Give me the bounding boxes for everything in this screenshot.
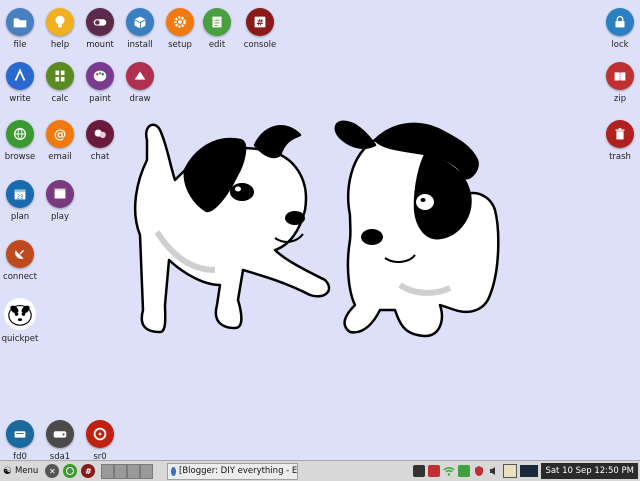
left-puppy xyxy=(133,123,331,334)
workspace-4[interactable] xyxy=(140,463,154,479)
icon-label: email xyxy=(48,152,72,162)
puppy-face-icon xyxy=(4,298,36,330)
icon-label: browse xyxy=(4,152,36,162)
svg-text:23: 23 xyxy=(17,195,24,201)
trash-icon xyxy=(606,120,634,148)
icon-label: calc xyxy=(51,94,69,104)
menu-button[interactable]: ☯ Menu xyxy=(0,466,41,477)
drive-icon xyxy=(6,420,34,448)
browser-launch-icon[interactable] xyxy=(63,464,78,478)
volume-icon[interactable] xyxy=(488,465,500,477)
write-pen-icon xyxy=(6,62,34,90)
notepad-icon xyxy=(203,8,231,36)
icon-label: write xyxy=(9,94,31,104)
chat-desktop-icon[interactable]: chat xyxy=(72,120,128,170)
icon-label: help xyxy=(50,40,70,50)
clock[interactable]: Sat 10 Sep 12:50 PM xyxy=(541,463,638,479)
task-title: [Blogger: DIY everything - E xyxy=(179,466,298,476)
svg-text:#: # xyxy=(256,19,264,29)
network-icon[interactable] xyxy=(443,465,455,477)
hard-disk-icon xyxy=(46,420,74,448)
draw-desktop-icon[interactable]: draw xyxy=(112,62,168,112)
quickpet-desktop-icon[interactable]: quickpet xyxy=(0,298,48,348)
vector-draw-icon xyxy=(126,62,154,90)
workspace-pager[interactable] xyxy=(101,463,154,479)
flag-icon[interactable] xyxy=(428,465,441,477)
icon-label: draw xyxy=(129,94,151,104)
icon-label: file xyxy=(13,40,27,50)
icon-label: plan xyxy=(10,212,30,222)
battery-icon[interactable] xyxy=(458,465,471,477)
wallpaper-puppies xyxy=(133,120,500,338)
toggle-icon xyxy=(86,8,114,36)
calculator-icon xyxy=(46,62,74,90)
browser-task-icon xyxy=(171,466,176,476)
icon-label: lock xyxy=(611,40,629,50)
taskbar: ☯ Menu ✕ # [Blogger: DIY everything - E … xyxy=(0,460,640,481)
package-box-icon xyxy=(126,8,154,36)
film-icon xyxy=(46,180,74,208)
notes-icon[interactable] xyxy=(503,464,518,478)
globe-icon xyxy=(6,120,34,148)
right-puppy xyxy=(334,120,500,338)
optical-disc-icon xyxy=(86,420,114,448)
keyboard-icon[interactable] xyxy=(413,465,426,477)
clock-label: Sat 10 Sep 12:50 PM xyxy=(545,466,634,476)
taskbar-window-button[interactable]: [Blogger: DIY everything - E xyxy=(167,462,299,480)
at-sign-icon: @ xyxy=(46,120,74,148)
icon-label: quickpet xyxy=(1,334,39,344)
chat-bubbles-icon xyxy=(86,120,114,148)
shield-icon[interactable] xyxy=(473,465,485,477)
console-desktop-icon[interactable]: # console xyxy=(232,8,288,58)
lightbulb-icon xyxy=(46,8,74,36)
menu-label: Menu xyxy=(14,466,39,476)
trash-desktop-icon[interactable]: trash xyxy=(592,120,640,170)
icon-label: chat xyxy=(90,152,110,162)
terminal-hash-icon: # xyxy=(246,8,274,36)
zip-desktop-icon[interactable]: zip xyxy=(592,62,640,112)
icon-label: mount xyxy=(86,40,114,50)
palette-icon xyxy=(86,62,114,90)
icon-label: connect xyxy=(3,272,37,282)
calendar-icon: 23 xyxy=(6,180,34,208)
icon-label: play xyxy=(51,212,69,222)
cpu-monitor-icon xyxy=(520,465,539,477)
system-tray: Sat 10 Sep 12:50 PM xyxy=(413,463,640,479)
connect-desktop-icon[interactable]: connect xyxy=(0,240,48,290)
icon-label: zip xyxy=(613,94,627,104)
satellite-dish-icon xyxy=(6,240,34,268)
icon-label: console xyxy=(243,40,277,50)
close-window-icon[interactable]: ✕ xyxy=(45,464,60,478)
icon-label: trash xyxy=(609,152,631,162)
svg-text:@: @ xyxy=(54,127,67,142)
terminal-launch-icon[interactable]: # xyxy=(81,464,96,478)
icon-label: install xyxy=(127,40,153,50)
workspace-2[interactable] xyxy=(114,463,128,479)
lock-desktop-icon[interactable]: lock xyxy=(592,8,640,58)
workspace-1[interactable] xyxy=(101,463,115,479)
folder-icon xyxy=(6,8,34,36)
lock-icon xyxy=(606,8,634,36)
icon-label: edit xyxy=(208,40,226,50)
workspace-3[interactable] xyxy=(127,463,141,479)
menu-logo-icon: ☯ xyxy=(3,465,12,477)
zip-archive-icon xyxy=(606,62,634,90)
play-desktop-icon[interactable]: play xyxy=(32,180,88,230)
icon-label: paint xyxy=(89,94,111,104)
